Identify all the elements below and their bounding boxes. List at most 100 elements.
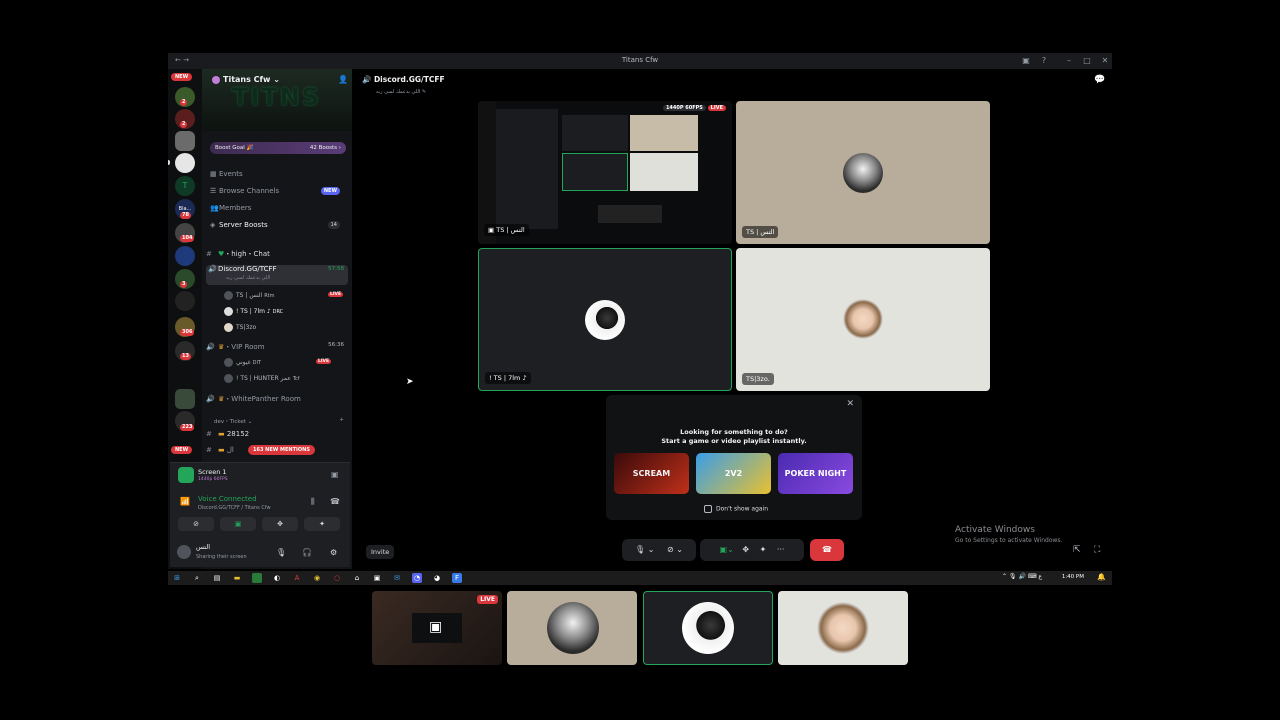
headphones-icon[interactable]: 🎧 — [302, 548, 312, 557]
server-icon[interactable] — [175, 131, 195, 151]
avatar[interactable] — [177, 545, 191, 559]
server-icon[interactable] — [175, 389, 195, 409]
share-screen-button[interactable]: ▣ — [220, 517, 256, 531]
nav-events[interactable]: ▦ Events — [210, 170, 243, 178]
strip-tile-stream[interactable]: ▣ LIVE — [372, 591, 502, 665]
activity-card-scream[interactable]: SCREAM — [614, 453, 689, 494]
channel-current-voice[interactable]: 🔊Discord.GG/TCFF 57:58 اللي يدعمك لسي رب… — [206, 265, 348, 285]
current-username[interactable]: التس — [196, 543, 210, 551]
checkbox-box[interactable] — [704, 505, 712, 513]
user-tag: DIT — [252, 360, 262, 366]
voice-channel-path: Discord.GG/TCFF / Titans Cfw — [198, 505, 271, 511]
stream-preview-sidebar — [496, 109, 558, 229]
windows-start-icon[interactable]: ⊞ — [172, 573, 182, 583]
discord-icon[interactable]: ◔ — [412, 573, 422, 583]
voice-user[interactable]: غيوني DIT — [224, 358, 261, 367]
taskbar-clock[interactable]: 1:40 PM — [1062, 574, 1084, 580]
app-icon[interactable]: ✉ — [392, 573, 402, 583]
folder-icon[interactable]: ▬ — [232, 573, 242, 583]
chat-bubble-icon[interactable]: 💬 — [1094, 75, 1105, 85]
voice-user[interactable]: TS | النس Rtm — [224, 291, 275, 300]
video-tile[interactable]: TS | التس — [736, 101, 990, 244]
minimize-button[interactable]: – — [1063, 56, 1075, 65]
soundboard-button[interactable]: ✦ — [304, 517, 340, 531]
dont-show-again-checkbox[interactable]: Don't show again — [704, 505, 768, 513]
app-icon[interactable]: ○ — [332, 573, 342, 583]
app-icon[interactable] — [252, 573, 262, 583]
activity-card-poker[interactable]: POKER NIGHT — [778, 453, 853, 494]
channel-high-chat[interactable]: # ♥・high・Chat — [206, 249, 348, 259]
server-icon[interactable] — [175, 153, 195, 173]
channel-whitepanther-room[interactable]: 🔊 ♛・WhitePanther Room — [206, 394, 348, 404]
nav-browse-channels[interactable]: ☰ Browse Channels NEW — [210, 187, 346, 195]
nav-server-boosts[interactable]: ◈ Server Boosts 14 — [210, 221, 346, 229]
server-name[interactable]: Titans Cfw ⌄ — [212, 75, 280, 84]
boost-goal-bar[interactable]: Boost Goal 🎉 42 Boosts › — [210, 142, 346, 154]
channel-ticket[interactable]: # ▬ 28152 — [206, 430, 348, 438]
stream-preview-tile — [630, 153, 698, 191]
app-icon[interactable]: ⌂ — [352, 573, 362, 583]
disconnect-icon[interactable]: ☎ — [330, 497, 340, 506]
strip-tile[interactable] — [778, 591, 908, 665]
signal-icon[interactable]: 📶 — [180, 497, 190, 506]
app-icon[interactable]: A — [292, 573, 302, 583]
settings-gear-icon[interactable]: ⚙ — [330, 548, 337, 557]
leave-call-button[interactable]: ☎ — [810, 539, 844, 561]
more-options-button[interactable]: ··· — [777, 545, 785, 554]
soundboard-button[interactable]: ✦ — [760, 545, 767, 554]
server-icon[interactable] — [175, 246, 195, 266]
add-member-icon[interactable]: 👤 — [338, 75, 348, 84]
app-icon[interactable]: ▣ — [372, 573, 382, 583]
inbox-icon[interactable]: ▣ — [1020, 56, 1032, 65]
stop-stream-icon[interactable]: ▣ — [331, 470, 339, 479]
voice-user[interactable]: ! TS | 7lm ♪ DRC — [224, 307, 283, 316]
task-view-icon[interactable]: ▤ — [212, 573, 222, 583]
close-icon[interactable]: ✕ — [846, 399, 854, 409]
server-icon[interactable] — [175, 291, 195, 311]
close-button[interactable]: ✕ — [1099, 56, 1111, 65]
mic-icon[interactable]: 🎙 — [276, 548, 286, 557]
hash-icon: # — [206, 446, 212, 454]
maximize-button[interactable]: □ — [1081, 56, 1093, 65]
video-tile[interactable]: TS|3zo. — [736, 248, 990, 391]
system-tray-icons[interactable]: ⌃ 🎙 🔊 ⌨ ع — [1002, 573, 1042, 580]
voice-user[interactable]: TS|3zo — [224, 323, 256, 332]
server-icon[interactable]: T — [175, 176, 195, 196]
noise-suppression-icon[interactable]: ⫼ — [311, 497, 315, 507]
speaker-icon: 🔊 — [362, 75, 374, 84]
strip-tile[interactable] — [507, 591, 637, 665]
screen-share-button[interactable]: ▣⌄ — [720, 545, 734, 554]
chrome-icon[interactable]: ◉ — [312, 573, 322, 583]
notification-bell-icon[interactable]: 🔔 — [1097, 573, 1106, 581]
camera-off-button[interactable]: ⊘ — [178, 517, 214, 531]
video-tile-stream[interactable]: 1440P 60FPS LIVE ▣ TS | التس — [478, 101, 732, 244]
channel-label: ・WhitePanther Room — [224, 395, 301, 403]
server-avatar-icon — [212, 75, 220, 84]
category-dev-ticket[interactable]: dev・Ticket ⌄ + — [206, 417, 348, 425]
invite-button[interactable]: Invite — [366, 545, 395, 559]
video-tile-speaking[interactable]: ! TS | 7lm ♪ — [478, 248, 732, 391]
voice-connected-label[interactable]: Voice Connected — [198, 495, 257, 503]
stream-preview-popup — [598, 205, 662, 223]
help-icon[interactable]: ? — [1038, 56, 1050, 65]
activities-button[interactable]: ✥ — [742, 545, 749, 554]
add-channel-icon[interactable]: + — [339, 417, 344, 423]
nav-members[interactable]: 👥Members — [210, 204, 251, 212]
avatar — [682, 602, 734, 654]
activities-button[interactable]: ✥ — [262, 517, 298, 531]
search-icon[interactable]: ⌕ — [192, 573, 202, 583]
app-icon[interactable]: F — [452, 573, 462, 583]
tile-name: ! TS | 7lm ♪ — [485, 372, 531, 384]
channel-vip-room[interactable]: 🔊 ♛・VIP Room 56:36 — [206, 342, 348, 352]
app-icon[interactable]: ◐ — [272, 573, 282, 583]
popout-icon[interactable]: ⇱ — [1073, 545, 1081, 555]
fullscreen-icon[interactable]: ⛶ — [1094, 545, 1100, 555]
steam-icon[interactable]: ◕ — [432, 573, 442, 583]
share-group: ▣⌄ ✥ ✦ ··· — [700, 539, 804, 561]
strip-tile-speaking[interactable] — [643, 591, 773, 665]
new-mentions-pill[interactable]: 163 NEW MENTIONS — [248, 445, 315, 455]
voice-user[interactable]: ! TS | HUNTER عمر Tcf — [224, 374, 300, 383]
mic-button[interactable]: 🎙 ⌄ — [635, 545, 654, 554]
camera-button[interactable]: ⊘ ⌄ — [667, 545, 683, 554]
activity-card-2v2[interactable]: 2V2 — [696, 453, 771, 494]
